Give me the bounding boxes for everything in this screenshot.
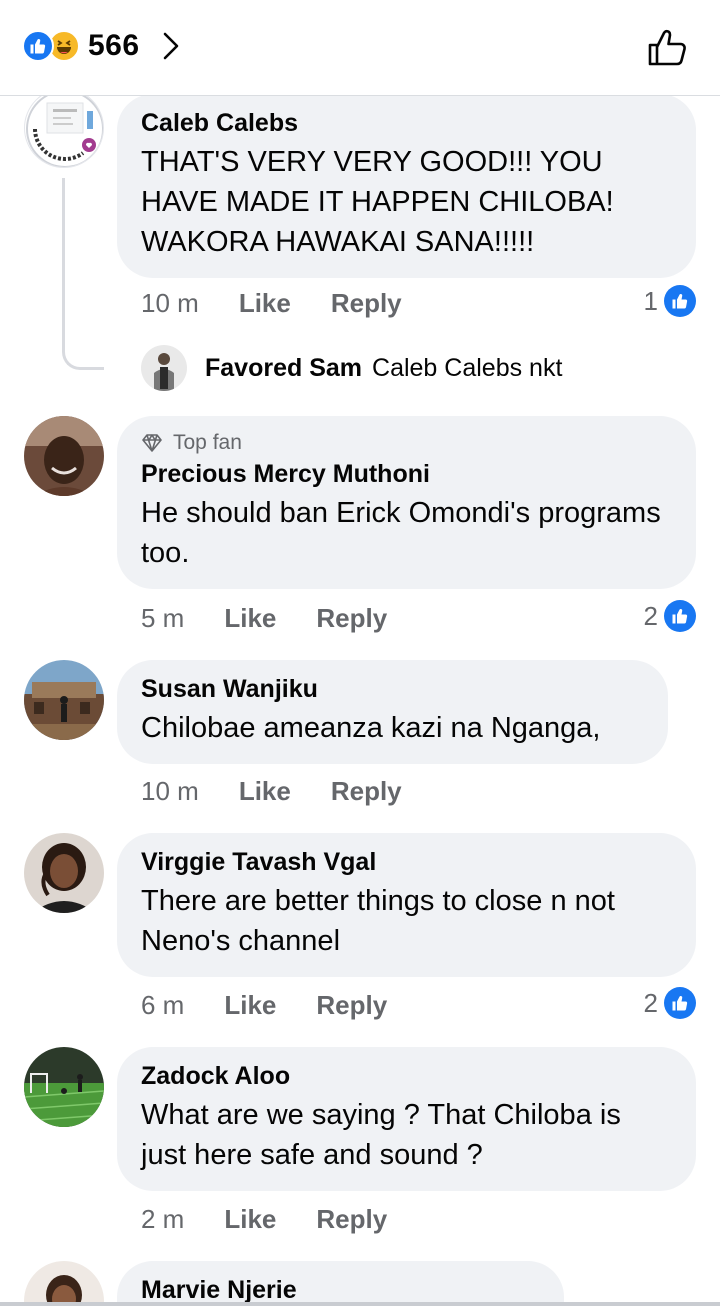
badge-label: Top fan	[173, 431, 242, 454]
avatar[interactable]	[24, 88, 104, 168]
comment-text: He should ban Erick Omondi's programs to…	[141, 497, 661, 569]
reaction-number: 1	[643, 285, 658, 316]
comment-author[interactable]: Marvie Njerie	[141, 1275, 540, 1305]
thread-connector	[62, 178, 104, 370]
chevron-right-icon	[162, 31, 180, 61]
comment-text: There are better things to close n not N…	[141, 885, 615, 957]
comment-bubble[interactable]: Marvie Njerie	[117, 1261, 564, 1306]
avatar[interactable]	[24, 660, 104, 740]
like-button[interactable]: Like	[224, 990, 276, 1021]
avatar[interactable]	[24, 1261, 104, 1306]
reaction-number: 2	[643, 987, 658, 1018]
avatar[interactable]	[24, 1047, 104, 1127]
avatar[interactable]	[24, 833, 104, 913]
reply-text: Caleb Calebs nkt	[372, 353, 563, 382]
reply-button[interactable]: Reply	[331, 776, 402, 807]
like-button[interactable]: Like	[224, 1204, 276, 1235]
reply-button[interactable]: Reply	[331, 288, 402, 319]
comment-time[interactable]: 6 m	[141, 990, 184, 1021]
like-button[interactable]: Like	[239, 288, 291, 319]
comment-text: Chilobae ameanza kazi na Nganga,	[141, 712, 601, 744]
comment-author[interactable]: Zadock Aloo	[141, 1061, 672, 1091]
comment-actions: 10 m Like Reply	[141, 773, 402, 809]
reply-author: Favored Sam	[205, 353, 363, 382]
comment-actions: 2 m Like Reply	[141, 1201, 387, 1237]
reaction-number: 2	[643, 600, 658, 631]
comment-bubble[interactable]: Susan Wanjiku Chilobae ameanza kazi na N…	[117, 660, 668, 764]
like-button[interactable]: Like	[224, 603, 276, 634]
comment-bubble[interactable]: Caleb Calebs THAT'S VERY VERY GOOD!!! YO…	[117, 94, 696, 278]
comment-time[interactable]: 5 m	[141, 603, 184, 634]
comment-bubble[interactable]: Top fan Precious Mercy Muthoni He should…	[117, 416, 696, 589]
reply-button[interactable]: Reply	[316, 990, 387, 1021]
comment-text: What are we saying ? That Chiloba is jus…	[141, 1099, 621, 1171]
comment-author[interactable]: Precious Mercy Muthoni	[141, 459, 672, 489]
comment-time[interactable]: 10 m	[141, 776, 199, 807]
comment-actions: 10 m Like Reply	[141, 285, 402, 321]
comment-author[interactable]: Caleb Calebs	[141, 108, 672, 138]
top-fan-badge: Top fan	[141, 430, 672, 456]
comment-reaction-count[interactable]: 2	[644, 598, 696, 634]
like-reaction-icon	[664, 987, 696, 1019]
comment-actions: 6 m Like Reply	[141, 987, 387, 1023]
comment-time[interactable]: 2 m	[141, 1204, 184, 1235]
bottom-divider	[0, 1302, 720, 1306]
comment-author[interactable]: Susan Wanjiku	[141, 674, 644, 704]
comment-reaction-count[interactable]: 1	[644, 283, 696, 319]
reaction-count: 566	[88, 29, 140, 62]
comment-time[interactable]: 10 m	[141, 288, 199, 319]
like-reaction-icon	[22, 30, 54, 62]
thumbs-up-outline-icon[interactable]	[646, 26, 690, 70]
avatar[interactable]	[24, 416, 104, 496]
reactions-header: 566	[0, 0, 720, 96]
comment-bubble[interactable]: Virggie Tavash Vgal There are better thi…	[117, 833, 696, 977]
reply-button[interactable]: Reply	[316, 603, 387, 634]
comment-actions: 5 m Like Reply	[141, 600, 387, 636]
like-reaction-icon	[664, 285, 696, 317]
comment-bubble[interactable]: Zadock Aloo What are we saying ? That Ch…	[117, 1047, 696, 1191]
reply-preview[interactable]: Favored Sam Caleb Calebs nkt	[141, 345, 562, 391]
comment-author[interactable]: Virggie Tavash Vgal	[141, 847, 672, 877]
comment-reaction-count[interactable]: 2	[644, 985, 696, 1021]
diamond-icon	[142, 434, 162, 452]
like-button[interactable]: Like	[239, 776, 291, 807]
like-reaction-icon	[664, 600, 696, 632]
avatar	[141, 345, 187, 391]
reactions-summary[interactable]: 566	[22, 28, 180, 64]
comment-text: THAT'S VERY VERY GOOD!!! YOU HAVE MADE I…	[141, 146, 614, 258]
reply-button[interactable]: Reply	[316, 1204, 387, 1235]
